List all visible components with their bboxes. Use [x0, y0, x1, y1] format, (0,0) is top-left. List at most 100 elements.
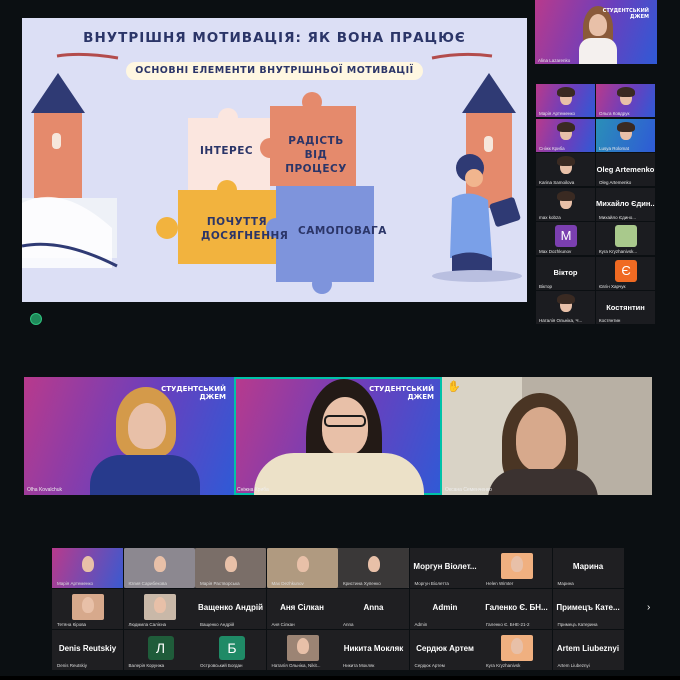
participant-name: Островський Богдан: [200, 663, 243, 668]
puzzle-label-interest: ІНТЕРЕС: [200, 145, 254, 157]
side-participant-tile[interactable]: max kobza: [536, 187, 595, 221]
participant-name: Сніжна Криба: [237, 487, 269, 493]
participant-display-name: Сердюк Артем: [416, 644, 474, 653]
gallery-participant-tile[interactable]: Max Dezhkunov: [266, 548, 338, 588]
avatar-letter: Є: [615, 259, 637, 282]
gallery-participant-tile[interactable]: Галенко Є. БН... Галенко Є. БНЕ-21-2: [481, 589, 552, 629]
participant-display-name: Denis Reutskiy: [58, 644, 117, 653]
gallery-participant-tile[interactable]: Тетяна Кірова: [52, 589, 123, 629]
toolbar-edge: [0, 676, 680, 680]
side-participant-tile[interactable]: Віктор Віктор: [536, 256, 595, 290]
gallery-participant-tile[interactable]: Denis Reutskiy Denis Reutskiy: [52, 630, 123, 670]
gallery-participant-tile[interactable]: Примецъ Кате... Примецъ Катерина: [552, 589, 624, 629]
participant-display-name: Ващенко Андрій: [198, 603, 263, 612]
participant-name: Валерія Корунжа: [128, 663, 165, 668]
gallery-participant-tile[interactable]: Марія Растворська: [195, 548, 266, 588]
participant-name: Марія Артеменко: [539, 111, 576, 116]
puzzle-label-self-respect: САМОПОВАГА: [298, 225, 387, 237]
participant-display-name: Anna: [363, 603, 384, 612]
gallery-participant-tile[interactable]: Марія Артеменко: [52, 548, 123, 588]
gallery-participant-tile[interactable]: Моргун Віолет... Моргун Віолетта: [409, 548, 481, 588]
participant-name: Людмила Салієна: [128, 622, 167, 627]
participant-display-name: Марина: [572, 562, 604, 571]
gallery-participant-tile[interactable]: Ващенко Андрій Ващенко Андрій: [195, 589, 266, 629]
security-status-icon[interactable]: [30, 313, 42, 325]
gallery-participant-tile[interactable]: Artem Liubeznyi Artem Liubeznyi: [552, 630, 624, 670]
participant-face: [82, 556, 94, 572]
participant-hair: [557, 294, 575, 304]
participant-display-name: Примецъ Кате...: [556, 603, 620, 612]
participant-display-name: Галенко Є. БН...: [485, 603, 548, 612]
side-participant-tile[interactable]: Karina Samoilova: [536, 153, 595, 186]
participant-name: Оксана Семенченко: [445, 487, 492, 493]
participant-face: [82, 597, 94, 613]
gallery-participant-tile[interactable]: Сердюк Артем Сердюк Артем: [409, 630, 481, 670]
avatar-letter: Л: [147, 636, 174, 660]
side-participant-tile[interactable]: Наталія Ольніка, Ч...: [536, 291, 595, 324]
participant-name: Karina Samoilova: [539, 180, 575, 185]
participant-face: [516, 407, 566, 471]
gallery-participant-tile[interactable]: Наталія Ольніка, Nikit...: [266, 630, 338, 670]
participant-name: Костянтин: [599, 318, 621, 323]
side-participant-display-name: Михайло Єдин...: [596, 199, 655, 209]
slide-illustration: [22, 52, 522, 294]
participant-name: Марія Артеменко: [57, 581, 94, 586]
participant-name: Моргун Віолетта: [414, 581, 449, 586]
gallery-participant-tile[interactable]: Admin Admin: [409, 589, 481, 629]
participant-name: Max Dozhkunov: [539, 249, 572, 254]
avatar-letter: M: [555, 225, 577, 247]
event-logo: СТУДЕНТСЬКИЙ ДЖЕМ: [369, 385, 434, 401]
gallery-participant-tile[interactable]: Кристина Хупенко: [338, 548, 409, 588]
speaker-shirt: [579, 38, 617, 64]
side-participant-tile[interactable]: Куга Kryzhanivsk...: [596, 222, 655, 255]
participant-name: Сердюк Артем: [414, 663, 445, 668]
participant-face: [153, 597, 166, 613]
participant-face: [153, 556, 166, 572]
participant-display-name: Моргун Віолет...: [413, 562, 477, 571]
participant-face: [128, 403, 166, 449]
active-speaker-video[interactable]: СТУДЕНТСЬКИЙ ДЖЕМ Alina Lazarenko: [535, 0, 657, 64]
participant-hoodie: [90, 455, 200, 495]
participant-name: Галенко Є. БНЕ-21-2: [486, 622, 530, 627]
side-participant-tile[interactable]: Lusya Rolomat: [596, 118, 655, 152]
gallery-participant-tile[interactable]: Никита Мокляк Никита Мокляк: [338, 630, 409, 670]
participant-hair: [557, 121, 575, 132]
participant-name: Ольга Ковдрук: [599, 111, 630, 116]
gallery-participant-tile[interactable]: Helen Wimter: [481, 548, 552, 588]
participant-name: Тетяна Кірова: [57, 622, 87, 627]
participant-face: [368, 556, 380, 572]
side-participant-tile[interactable]: Oleg Artemenko Oleg Artemenko: [596, 153, 655, 186]
shared-screen-slide: ВНУТРІШНЯ МОТИВАЦІЯ: ЯК ВОНА ПРАЦЮЄ ОСНО…: [22, 18, 527, 302]
participant-name: Марія Растворська: [200, 581, 240, 586]
gallery-participant-tile[interactable]: Л Валерія Корунжа: [123, 630, 195, 670]
video-tile-active-speaker[interactable]: СТУДЕНТСЬКИЙ ДЖЕМ Сніжна Криба: [234, 377, 442, 495]
gallery-participant-tile[interactable]: Юлия Сарибекова: [123, 548, 195, 588]
puzzle-label-achievement: ПОЧУТТЯ ДОСЯГНЕННЯ: [201, 216, 289, 242]
gallery-participant-tile[interactable]: Марина Марина: [552, 548, 624, 588]
participant-name: Никита Мокляк: [343, 663, 375, 668]
video-tile-olha[interactable]: СТУДЕНТСЬКИЙ ДЖЕМ Olha Kovalchuk: [24, 377, 234, 495]
gallery-participant-tile[interactable]: Б Островський Богдан: [195, 630, 266, 670]
side-participant-tile[interactable]: Марія Артеменко: [536, 84, 595, 117]
gallery-participant-tile[interactable]: Людмила Салієна: [123, 589, 195, 629]
participant-hair: [617, 121, 635, 132]
side-participant-tile[interactable]: Ольга Ковдрук: [596, 84, 655, 117]
side-participant-tile[interactable]: Є Євгін Харчук: [596, 256, 655, 290]
side-participant-tile[interactable]: Михайло Єдин... Михайло Єдино...: [596, 187, 655, 221]
participant-name: Admin: [414, 622, 428, 627]
participant-name: Михайло Єдино...: [599, 214, 637, 220]
participant-name: Євгін Харчук: [599, 283, 626, 289]
participant-shirt: [254, 453, 424, 495]
video-tile-oksana[interactable]: ✋ Оксана Семенченко: [442, 377, 652, 495]
gallery-participant-tile[interactable]: Anna Anna: [338, 589, 409, 629]
gallery-participant-tile[interactable]: Куга Kryzhanivsk: [481, 630, 552, 670]
side-participant-tile[interactable]: Костянтин Костянтин: [596, 291, 655, 324]
side-participant-tile[interactable]: M Max Dozhkunov: [536, 222, 595, 255]
participant-name: Наталія Ольніка, Nikit...: [271, 663, 321, 668]
participant-name: Куга Kryzhanivsk...: [599, 249, 638, 254]
gallery-participant-tile[interactable]: Аня Сілкан Аня Сілкан: [266, 589, 338, 629]
puzzle-label-joy: РАДІСТЬ ВІД ПРОЦЕСУ: [285, 135, 347, 175]
gallery-next-arrow-icon[interactable]: ›: [647, 602, 650, 613]
participant-name: Olha Kovalchuk: [27, 487, 63, 493]
side-participant-tile[interactable]: Сніжк Криба: [536, 118, 595, 152]
